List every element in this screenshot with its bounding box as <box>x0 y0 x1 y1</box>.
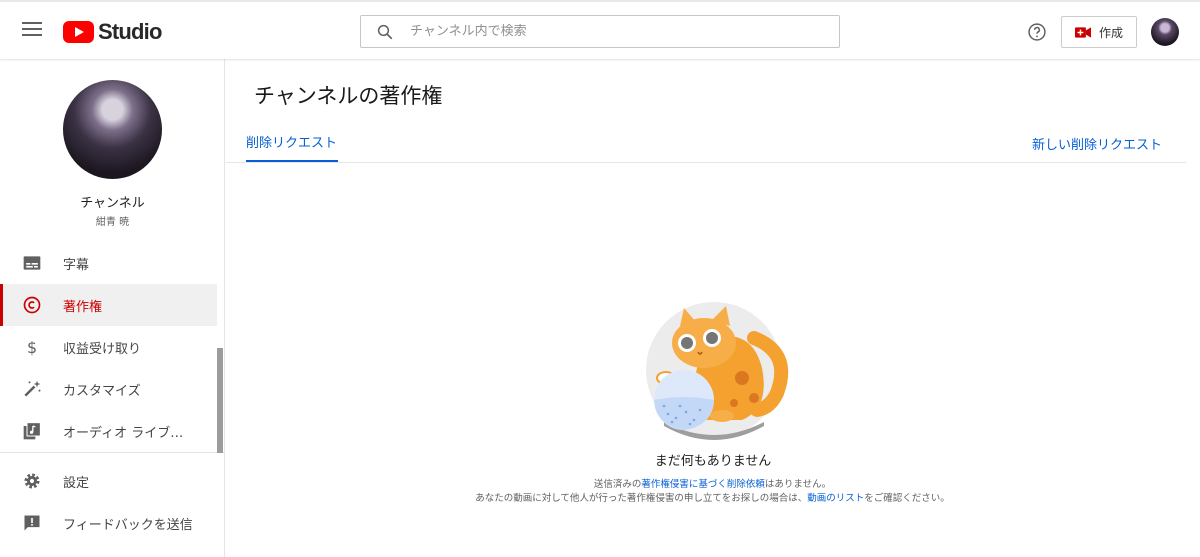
create-video-icon <box>1074 26 1091 38</box>
search-box <box>360 15 840 48</box>
sidebar-scrollbar[interactable] <box>217 348 223 453</box>
empty-line1-prefix: 送信済みの <box>593 479 642 490</box>
empty-state-hint: あなたの動画に対して他人が行った著作権侵害の申し立てをお探しの場合は、動画のリス… <box>440 490 985 504</box>
sidebar-item-label: フィードバックを送信 <box>63 517 193 533</box>
sidebar-item-audio-library[interactable]: オーディオ ライブ… <box>0 410 217 452</box>
help-icon[interactable] <box>1027 22 1047 42</box>
youtube-logo-icon <box>63 21 94 43</box>
subtitles-icon <box>23 256 41 270</box>
new-removal-request-link[interactable]: 新しい削除リクエスト <box>1032 134 1162 153</box>
svg-text:$: $ <box>27 338 37 357</box>
search-input[interactable] <box>410 24 830 39</box>
sidebar-divider <box>0 452 225 453</box>
sidebar-item-monetization[interactable]: $ 収益受け取り <box>0 326 217 368</box>
tab-divider <box>226 162 1186 163</box>
gear-icon <box>24 473 40 489</box>
sidebar-item-subtitles[interactable]: 字幕 <box>0 242 217 284</box>
dollar-icon: $ <box>27 338 37 357</box>
top-header: Studio 作成 <box>0 0 1200 59</box>
sidebar-item-copyright[interactable]: 著作権 <box>0 284 217 326</box>
empty-line1-suffix: はありません。 <box>764 479 832 490</box>
channel-name: 紺青 暁 <box>95 217 130 228</box>
search-icon[interactable] <box>376 23 394 41</box>
copyright-removal-requests-link[interactable]: 著作権侵害に基づく削除依頼 <box>641 479 765 490</box>
sidebar-item-customization[interactable]: カスタマイズ <box>0 368 217 410</box>
sidebar-item-settings[interactable]: 設定 <box>0 460 217 502</box>
sidebar-item-label: 著作権 <box>63 299 103 315</box>
sidebar-item-label: 字幕 <box>63 257 90 273</box>
create-label: 作成 <box>1098 25 1123 40</box>
sidebar-item-label: 収益受け取り <box>63 341 142 357</box>
audio-library-icon <box>23 422 41 440</box>
empty-state-title: まだ何もありません <box>654 454 772 469</box>
empty-state-description: 送信済みの著作権侵害に基づく削除依頼はありません。 <box>440 476 985 490</box>
cat-fishbowl-illustration <box>646 302 789 440</box>
sidebar-item-label: カスタマイズ <box>63 383 141 399</box>
create-button[interactable]: 作成 <box>1061 16 1137 48</box>
account-avatar[interactable] <box>1151 18 1179 46</box>
tab-removal-requests[interactable]: 削除リクエスト <box>246 132 337 151</box>
menu-icon[interactable] <box>22 22 42 38</box>
sidebar: チャンネル 紺青 暁 字幕 著作権 $ 収益受け取り カスタマイズ オーディオ … <box>0 59 225 557</box>
empty-line2-suffix: をご確認ください。 <box>864 493 950 504</box>
feedback-icon <box>24 515 40 531</box>
sidebar-item-label: オーディオ ライブ… <box>63 425 184 441</box>
sidebar-item-feedback[interactable]: フィードバックを送信 <box>0 502 217 544</box>
copyright-icon <box>23 296 41 314</box>
channel-avatar[interactable] <box>63 80 162 179</box>
studio-logo[interactable]: Studio <box>63 19 162 45</box>
logo-text: Studio <box>98 19 162 44</box>
channel-title: チャンネル <box>80 196 145 211</box>
page-title: チャンネルの著作権 <box>254 84 443 108</box>
video-list-link[interactable]: 動画のリスト <box>807 493 864 504</box>
sidebar-item-label: 設定 <box>63 475 90 491</box>
empty-line2-prefix: あなたの動画に対して他人が行った著作権侵害の申し立てをお探しの場合は、 <box>475 493 808 504</box>
magic-wand-icon <box>24 380 41 397</box>
